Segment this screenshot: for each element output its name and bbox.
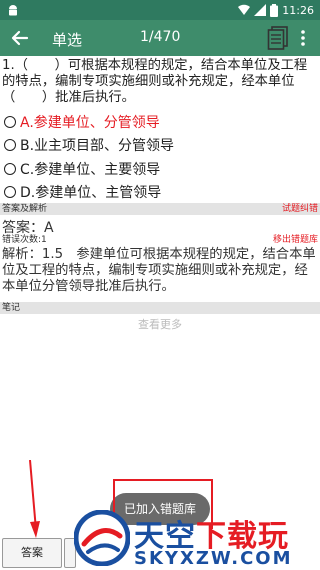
- option-label: D.参建单位、主管领导: [20, 185, 162, 202]
- android-icon: [9, 5, 17, 16]
- status-right: 11:26: [238, 2, 314, 18]
- radio-icon[interactable]: [4, 115, 16, 128]
- answer-section-title: 答案及解析: [2, 204, 48, 214]
- report-error-link[interactable]: 试题纠错: [282, 203, 318, 215]
- option-label: B.业主项目部、分管领导: [20, 138, 175, 155]
- question-counter: 1/470: [140, 29, 181, 45]
- option-label: A.参建单位、分管领导: [20, 114, 160, 131]
- status-time: 11:26: [282, 3, 314, 17]
- option-b[interactable]: B.业主项目部、分管领导: [4, 134, 316, 158]
- option-c[interactable]: C.参建单位、主要领导: [4, 157, 316, 181]
- watermark-url: SKYXZW.COM: [134, 548, 293, 569]
- status-bar: 11:26: [0, 0, 320, 20]
- remove-from-wrong-bank-link[interactable]: 移出错题库: [273, 234, 318, 246]
- error-count: 错误次数:1: [2, 235, 47, 245]
- watermark: 天空下载玩 SKYXZW.COM: [74, 508, 320, 570]
- toolbar-title: 单选: [52, 31, 83, 49]
- analysis-text: 解析：1.5 参建单位可根据本规程的规定，结合本单位及工程的特点，编制专项实施细…: [2, 247, 316, 294]
- options-list: A.参建单位、分管领导 B.业主项目部、分管领导 C.参建单位、主要领导 D.参…: [4, 110, 316, 204]
- view-more-link[interactable]: 查看更多: [0, 316, 320, 332]
- radio-icon[interactable]: [4, 162, 16, 175]
- question-text: 1.（ ）可根据本规程的规定，结合本单位及工程的特点，编制专项实施细则或补充规定…: [2, 58, 308, 105]
- signal-icon: [254, 4, 267, 16]
- notes-title: 笔记: [2, 303, 21, 313]
- option-a[interactable]: A.参建单位、分管领导: [4, 110, 316, 134]
- answer-section-header: 答案及解析 试题纠错: [0, 203, 320, 215]
- wifi-icon: [238, 4, 251, 15]
- option-d[interactable]: D.参建单位、主管领导: [4, 181, 316, 205]
- notes-section-header: 笔记: [0, 302, 320, 314]
- watermark-logo-icon: [74, 510, 130, 566]
- radio-icon[interactable]: [4, 186, 16, 199]
- back-arrow-icon[interactable]: [10, 28, 30, 48]
- toolbar: 单选 1/470: [0, 20, 320, 56]
- error-count-row: 错误次数:1 移出错题库: [0, 234, 320, 246]
- annotation-arrow-icon: [29, 460, 40, 538]
- battery-icon: [270, 3, 279, 17]
- answer-button[interactable]: 答案: [2, 538, 62, 568]
- option-label: C.参建单位、主要领导: [20, 161, 161, 178]
- more-vert-icon[interactable]: [298, 28, 308, 48]
- answer-sheet-icon[interactable]: [267, 26, 289, 50]
- radio-icon[interactable]: [4, 139, 16, 152]
